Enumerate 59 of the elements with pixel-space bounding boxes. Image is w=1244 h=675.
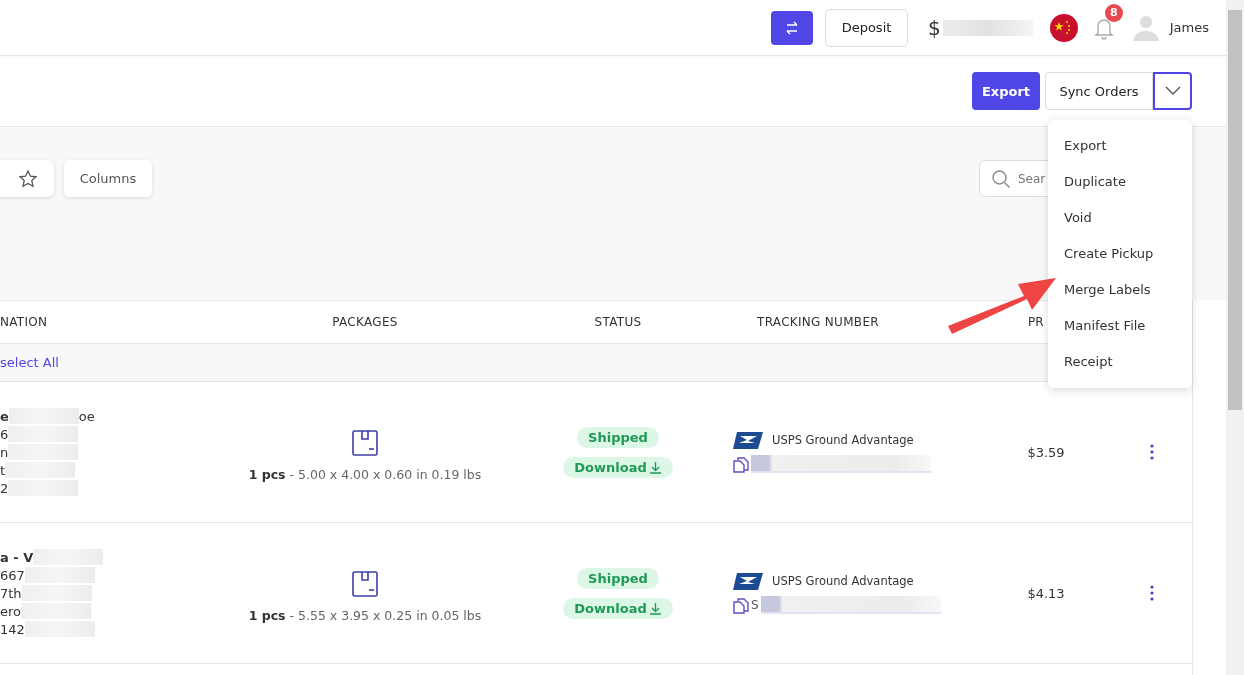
more-icon[interactable] <box>1150 444 1154 460</box>
address-text: 6 <box>0 426 9 442</box>
menu-item[interactable]: Receipt <box>1048 344 1192 380</box>
dropdown-toggle[interactable] <box>1153 72 1192 110</box>
copy-icon[interactable] <box>733 455 749 473</box>
menu-item[interactable]: Merge Labels <box>1048 272 1192 308</box>
price-text: $3.59 <box>1026 444 1066 460</box>
download-icon <box>648 460 662 474</box>
package-icon <box>351 569 379 598</box>
user-name[interactable]: James <box>1169 20 1209 35</box>
chevron-down-icon <box>1164 86 1181 96</box>
price-text: $4.13 <box>1026 585 1066 601</box>
package-details: 1 pcs - 5.55 x 3.95 x 0.25 in 0.05 lbs <box>248 607 482 623</box>
column-header: NATION <box>0 315 49 329</box>
menu-item[interactable]: Duplicate <box>1048 164 1192 200</box>
package-icon <box>351 428 379 457</box>
eagle-logo-icon <box>733 431 763 449</box>
carrier-name: USPS Ground Advantage <box>772 574 914 588</box>
address-text: oe <box>78 408 95 424</box>
address-text: 7th <box>0 585 22 601</box>
scrollbar[interactable] <box>1226 0 1244 675</box>
carrier-name: USPS Ground Advantage <box>772 433 914 447</box>
notification-count: 8 <box>1104 3 1123 22</box>
address-text: e <box>0 408 9 424</box>
tracking-number[interactable]: S <box>751 598 759 612</box>
address-text: 142 <box>0 621 25 637</box>
swap-icon <box>784 19 800 36</box>
column-header: PR <box>1028 315 1044 329</box>
address-text: ero <box>0 603 21 619</box>
flag-icon[interactable] <box>1049 13 1078 42</box>
search-icon <box>991 169 1011 189</box>
address-text: 2 <box>0 480 9 496</box>
more-icon[interactable] <box>1150 585 1154 601</box>
column-header: STATUS <box>593 315 643 329</box>
package-details: 1 pcs - 5.00 x 4.00 x 0.60 in 0.19 lbs <box>248 466 482 482</box>
favorite-button[interactable] <box>0 160 54 197</box>
select-all-link[interactable]: select All <box>0 355 59 370</box>
column-header: PACKAGES <box>331 315 399 329</box>
menu-item[interactable]: Export <box>1048 128 1192 164</box>
menu-item[interactable]: Void <box>1048 200 1192 236</box>
download-icon <box>648 601 662 615</box>
star-icon <box>18 168 38 189</box>
balance-currency: $ <box>928 15 941 40</box>
columns-button[interactable]: Columns <box>64 160 152 197</box>
address-text: 667 <box>0 567 25 583</box>
status-badge: Shipped <box>577 567 659 589</box>
deposit-button[interactable]: Deposit <box>825 8 908 47</box>
export-button[interactable]: Export <box>972 72 1040 110</box>
column-header: TRACKING NUMBER <box>756 315 880 329</box>
address-text: t <box>0 462 6 478</box>
sync-orders-button[interactable]: Sync Orders <box>1045 72 1153 110</box>
eagle-logo-icon <box>733 572 763 590</box>
menu-item[interactable]: Manifest File <box>1048 308 1192 344</box>
status-badge: Shipped <box>577 426 659 448</box>
copy-icon[interactable] <box>733 596 749 614</box>
swap-button[interactable] <box>771 10 813 45</box>
address-text: a - V <box>0 549 34 565</box>
menu-item[interactable]: Create Pickup <box>1048 236 1192 272</box>
address-text: n <box>0 444 9 460</box>
